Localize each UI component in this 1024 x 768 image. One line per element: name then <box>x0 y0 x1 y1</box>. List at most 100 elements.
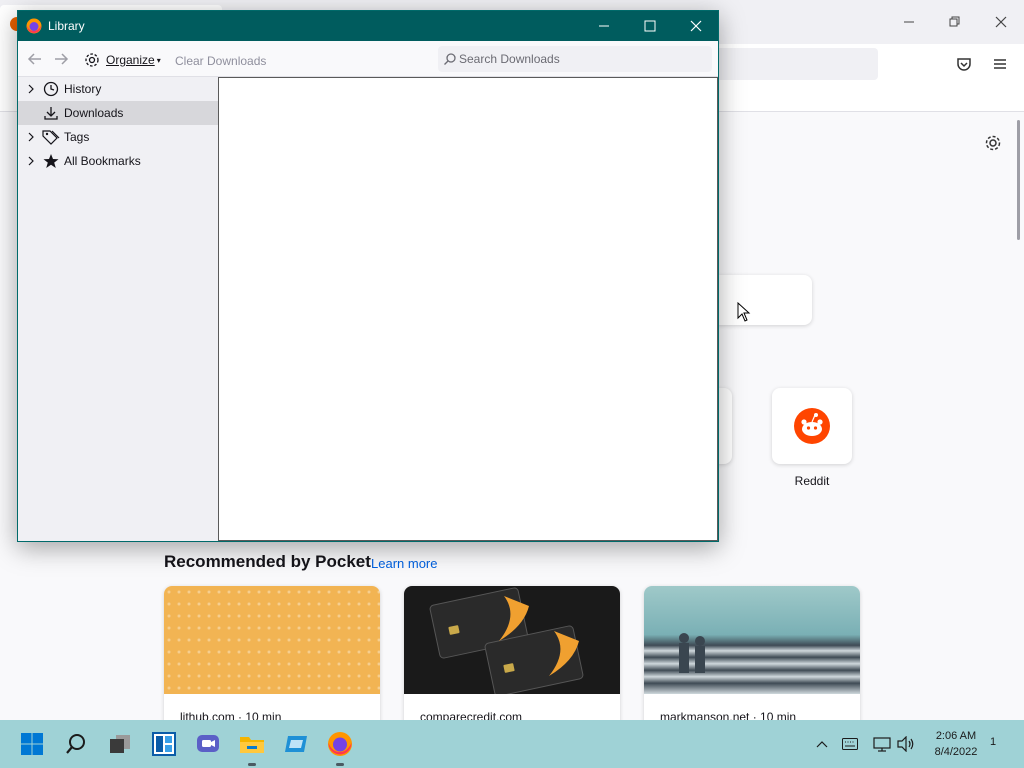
minimize-icon <box>904 21 914 23</box>
volume-button[interactable] <box>896 734 916 754</box>
organize-label: Organize <box>106 53 155 67</box>
task-view-icon <box>110 735 130 753</box>
taskbar-search-button[interactable] <box>60 728 92 760</box>
minimize-icon <box>599 25 609 27</box>
downloads-list[interactable] <box>218 77 718 541</box>
chevron-down-icon: ▾ <box>156 55 161 65</box>
search-downloads-input[interactable] <box>459 49 705 69</box>
chat-icon <box>197 735 219 752</box>
widgets-button[interactable] <box>148 728 180 760</box>
firefox-logo-icon <box>26 18 42 34</box>
download-icon <box>42 104 60 122</box>
start-button[interactable] <box>16 728 48 760</box>
sidebar-item-label: Tags <box>64 130 90 144</box>
shortcut-tile-reddit[interactable] <box>772 388 852 464</box>
sidebar-item-history[interactable]: History <box>18 77 218 101</box>
pocket-card-image <box>164 586 380 694</box>
gear-icon <box>985 135 1001 151</box>
pocket-card[interactable]: lithub.com · 10 min <box>164 586 380 736</box>
gear-icon <box>85 53 99 67</box>
firefox-icon <box>328 732 352 756</box>
library-maximize-button[interactable] <box>627 11 673 41</box>
sidebar-item-label: All Bookmarks <box>64 154 141 168</box>
clock-icon <box>42 80 60 98</box>
organize-menu-button[interactable]: Organize ▾ <box>84 50 161 70</box>
network-button[interactable] <box>872 734 892 754</box>
library-toolbar: Organize ▾ Clear Downloads <box>18 41 718 77</box>
page-scrollbar[interactable] <box>1017 120 1020 240</box>
pocket-card[interactable]: comparecredit.com <box>404 586 620 736</box>
sidebar-item-tags[interactable]: Tags <box>18 125 218 149</box>
chevron-right-icon[interactable] <box>24 132 38 142</box>
close-icon <box>690 20 702 32</box>
sidebar-item-label: History <box>64 82 102 96</box>
widgets-icon <box>152 732 176 756</box>
restore-icon <box>949 16 960 27</box>
arrow-left-icon <box>27 53 41 65</box>
library-close-button[interactable] <box>673 11 719 41</box>
store-button[interactable] <box>280 728 312 760</box>
back-button[interactable] <box>25 49 45 69</box>
star-icon <box>42 152 60 170</box>
search-icon <box>444 53 456 65</box>
taskbar: 2:06 AM 8/4/2022 1 <box>0 720 1024 768</box>
library-minimize-button[interactable] <box>581 11 627 41</box>
newtab-settings-button[interactable] <box>978 128 1008 158</box>
hamburger-menu-icon <box>994 59 1006 69</box>
show-hidden-icons-button[interactable] <box>812 734 832 754</box>
library-title: Library <box>48 19 85 33</box>
mouse-cursor-icon <box>737 302 751 322</box>
library-window: Library Organize ▾ Clear Downloads Searc… <box>17 10 719 542</box>
sidebar-item-downloads[interactable]: Downloads <box>18 101 218 125</box>
network-icon <box>873 737 891 752</box>
url-bar[interactable] <box>700 48 878 80</box>
library-titlebar[interactable]: Library <box>18 11 718 41</box>
sidebar-item-all-bookmarks[interactable]: All Bookmarks <box>18 149 218 173</box>
arrow-right-icon <box>55 53 69 65</box>
chevron-right-icon[interactable] <box>24 84 38 94</box>
people-on-pier-image <box>679 633 705 673</box>
clear-downloads-button[interactable]: Clear Downloads <box>175 54 266 68</box>
chat-button[interactable] <box>192 728 224 760</box>
firefox-close-button[interactable] <box>978 8 1024 36</box>
app-menu-button[interactable] <box>985 49 1015 79</box>
pocket-card[interactable]: markmanson.net · 10 min <box>644 586 860 736</box>
folder-icon <box>240 737 264 753</box>
pocket-icon <box>957 58 971 71</box>
search-shortcut-card[interactable] <box>712 275 812 325</box>
firefox-restore-button[interactable] <box>932 8 978 36</box>
clock-time: 2:06 AM <box>935 730 977 742</box>
active-indicator <box>336 763 344 766</box>
notification-count[interactable]: 1 <box>990 736 996 748</box>
search-downloads-field[interactable] <box>438 46 712 72</box>
system-clock[interactable]: 2:06 AM 8/4/2022 <box>928 728 984 760</box>
pocket-button[interactable] <box>949 49 979 79</box>
firefox-minimize-button[interactable] <box>886 8 932 36</box>
sidebar-item-label: Downloads <box>64 106 124 120</box>
store-icon <box>285 736 307 752</box>
file-explorer-button[interactable] <box>236 728 268 760</box>
chevron-right-icon[interactable] <box>24 156 38 166</box>
clock-date: 8/4/2022 <box>934 746 978 758</box>
library-sidebar: History Downloads Tags All Bookmarks <box>18 77 218 541</box>
close-icon <box>995 16 1007 28</box>
pocket-learn-more-link[interactable]: Learn more <box>371 556 437 571</box>
shortcut-label: Reddit <box>794 474 830 488</box>
pocket-card-image <box>404 586 620 697</box>
maximize-icon <box>644 20 656 32</box>
pocket-card-image <box>644 586 860 694</box>
credit-cards-image <box>429 587 584 697</box>
task-view-button[interactable] <box>104 728 136 760</box>
search-icon <box>66 734 85 754</box>
tags-icon <box>42 128 60 146</box>
reddit-icon <box>794 408 830 444</box>
pocket-heading: Recommended by Pocket <box>164 552 371 571</box>
keyboard-button[interactable] <box>840 734 860 754</box>
active-indicator <box>248 763 256 766</box>
forward-button[interactable] <box>51 49 71 69</box>
speaker-icon <box>897 736 914 752</box>
windows-start-icon <box>21 733 43 755</box>
keyboard-icon <box>842 738 858 750</box>
chevron-up-icon <box>816 741 828 748</box>
firefox-taskbar-button[interactable] <box>324 728 356 760</box>
